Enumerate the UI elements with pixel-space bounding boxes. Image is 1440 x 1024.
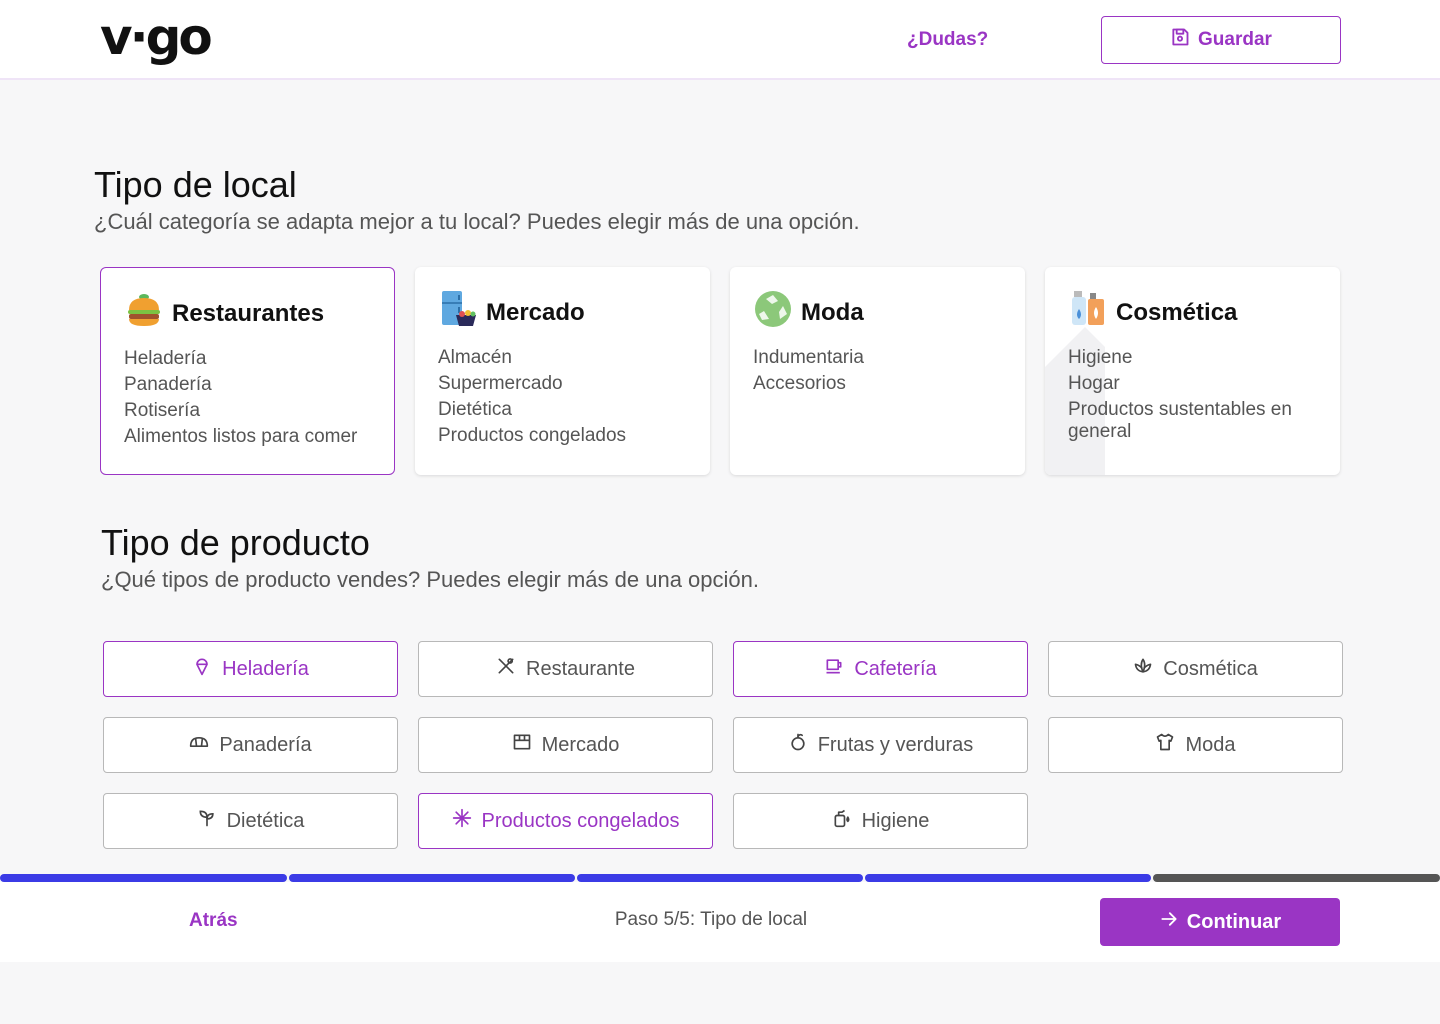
apple-icon — [788, 732, 808, 758]
subitem: Productos congelados — [438, 425, 627, 446]
category-name: Cosmética — [1116, 299, 1238, 326]
option-label: Moda — [1185, 733, 1236, 756]
help-link[interactable]: ¿Dudas? — [907, 29, 988, 51]
product-option-higiene[interactable]: Higiene — [733, 793, 1028, 849]
subitem: Dietética — [438, 399, 512, 420]
option-label: Panadería — [219, 733, 312, 756]
top-header: v·go ¿Dudas? Guardar — [0, 0, 1440, 80]
recycle-emoji-icon — [753, 289, 793, 329]
progress-segment-4 — [865, 874, 1151, 882]
subitem: Heladería — [124, 348, 207, 369]
product-option-restaurante[interactable]: Restaurante — [418, 641, 713, 697]
subitem: Supermercado — [438, 373, 563, 394]
footer-bar: Atrás Paso 5/5: Tipo de local Continuar — [0, 882, 1440, 962]
product-option-cafeteria[interactable]: Cafetería — [733, 641, 1028, 697]
subitem: Productos sustentables en general — [1068, 399, 1292, 442]
product-type-subtitle: ¿Qué tipos de producto vendes? Puedes el… — [101, 567, 759, 592]
product-option-panaderia[interactable]: Panadería — [103, 717, 398, 773]
subitem: Almacén — [438, 347, 512, 368]
arrow-right-icon — [1159, 909, 1179, 935]
store-icon — [512, 732, 532, 758]
sprout-icon — [197, 808, 217, 834]
progress-segment-2 — [289, 874, 575, 882]
lotus-icon — [1133, 656, 1153, 682]
option-label: Productos congelados — [481, 809, 680, 832]
option-label: Cosmética — [1163, 657, 1258, 680]
ice-cream-icon — [192, 656, 212, 682]
option-label: Frutas y verduras — [817, 733, 974, 756]
category-name: Restaurantes — [172, 300, 325, 327]
product-type-title: Tipo de producto — [101, 522, 370, 563]
utensils-icon — [496, 656, 516, 682]
option-label: Restaurante — [526, 657, 635, 680]
product-option-heladeria[interactable]: Heladería — [103, 641, 398, 697]
category-card-moda[interactable]: Moda Indumentaria Accesorios — [730, 267, 1025, 475]
subitem: Rotisería — [124, 400, 201, 421]
subitem: Higiene — [1068, 347, 1133, 368]
option-label: Cafetería — [854, 657, 937, 680]
burger-emoji-icon — [124, 290, 164, 330]
product-option-frutas-verduras[interactable]: Frutas y verduras — [733, 717, 1028, 773]
category-subitems: Heladería Panadería Rotisería Alimentos … — [124, 348, 379, 452]
category-subitems: Higiene Hogar Productos sustentables en … — [1068, 347, 1323, 447]
soap-icon — [832, 808, 852, 834]
subitem: Accesorios — [753, 373, 846, 394]
product-option-dietetica[interactable]: Dietética — [103, 793, 398, 849]
category-subitems: Almacén Supermercado Dietética Productos… — [438, 347, 693, 451]
option-label: Mercado — [541, 733, 620, 756]
product-option-congelados[interactable]: Productos congelados — [418, 793, 713, 849]
option-label: Heladería — [222, 657, 309, 680]
category-card-cosmetica[interactable]: Cosmética Higiene Hogar Productos susten… — [1045, 267, 1340, 475]
product-option-cosmetica[interactable]: Cosmética — [1048, 641, 1343, 697]
save-button[interactable]: Guardar — [1101, 16, 1341, 64]
category-name: Moda — [801, 299, 864, 326]
category-name: Mercado — [486, 299, 585, 326]
option-label: Higiene — [861, 809, 930, 832]
option-label: Dietética — [226, 809, 305, 832]
vgo-logo[interactable]: v·go — [100, 12, 213, 62]
cosmetics-emoji-icon — [1068, 289, 1108, 329]
local-type-title: Tipo de local — [94, 164, 297, 205]
category-card-mercado[interactable]: Mercado Almacén Supermercado Dietética P… — [415, 267, 710, 475]
shirt-icon — [1155, 732, 1175, 758]
local-type-subtitle: ¿Cuál categoría se adapta mejor a tu loc… — [94, 209, 860, 234]
continue-button[interactable]: Continuar — [1100, 898, 1340, 946]
fridge-emoji-icon — [438, 289, 478, 329]
coffee-cup-icon — [824, 656, 844, 682]
continue-button-label: Continuar — [1186, 910, 1282, 933]
progress-segment-3 — [577, 874, 863, 882]
category-card-restaurantes[interactable]: Restaurantes Heladería Panadería Rotiser… — [100, 267, 395, 475]
subitem: Panadería — [124, 374, 212, 395]
croissant-icon — [189, 732, 209, 758]
floppy-disk-icon — [1170, 27, 1190, 53]
category-subitems: Indumentaria Accesorios — [753, 347, 1008, 399]
product-option-mercado[interactable]: Mercado — [418, 717, 713, 773]
progress-segment-1 — [0, 874, 287, 882]
progress-segment-5 — [1153, 874, 1440, 882]
product-option-moda[interactable]: Moda — [1048, 717, 1343, 773]
snowflake-icon — [452, 808, 472, 834]
save-button-label: Guardar — [1198, 29, 1272, 50]
subitem: Hogar — [1068, 373, 1120, 394]
subitem: Indumentaria — [753, 347, 864, 368]
subitem: Alimentos listos para comer — [124, 426, 358, 447]
